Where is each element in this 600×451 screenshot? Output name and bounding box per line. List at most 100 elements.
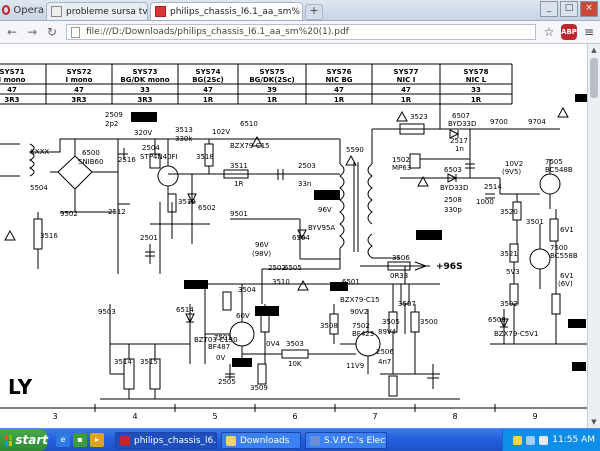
label: 11V9 xyxy=(346,362,364,370)
minimize-button[interactable]: _ xyxy=(540,1,558,17)
label: 2506 xyxy=(376,348,394,356)
header-col-4: SYS74 xyxy=(196,68,221,76)
row2-cell-8: 1R xyxy=(471,96,482,104)
label: 3511 xyxy=(230,162,248,170)
taskbar-item-label: S.V.P.C.'s Electro xyxy=(324,435,386,446)
taskbar-item-svpc[interactable]: S.V.P.C.'s Electro xyxy=(305,432,387,449)
marker-block xyxy=(572,362,586,371)
windows-flag-icon xyxy=(5,434,13,446)
maximize-button[interactable]: □ xyxy=(560,1,578,17)
label: 2p2 xyxy=(105,120,118,128)
taskbar-item-downloads[interactable]: Downloads xyxy=(221,432,301,449)
label: 3512 xyxy=(178,198,196,206)
forward-button[interactable]: → xyxy=(24,24,40,40)
marker-block xyxy=(232,358,252,367)
label: 6V1 xyxy=(560,272,574,280)
label: 9501 xyxy=(230,210,248,218)
label: 3523 xyxy=(410,113,428,121)
label: 9502 xyxy=(60,210,78,218)
adblock-plus-icon[interactable]: ABP xyxy=(561,24,577,40)
label: BC558B xyxy=(550,252,578,260)
header-sub-2: I mono xyxy=(66,76,93,84)
label: STP4N40FI xyxy=(140,153,178,161)
label-96s: +96S xyxy=(436,262,463,272)
ruler-number: 8 xyxy=(452,412,457,421)
page-fragment-text: LY xyxy=(8,375,33,399)
address-field[interactable]: file:///D:/Downloads/philips_chassis_l6.… xyxy=(66,24,536,40)
vertical-scrollbar[interactable]: ▲ ▼ xyxy=(587,44,600,428)
label: 6507 xyxy=(452,112,470,120)
label: 0V4 xyxy=(266,340,280,348)
label: BF423 xyxy=(352,330,374,338)
row2-cell-4: 1R xyxy=(203,96,214,104)
label: BC548B xyxy=(545,166,573,174)
ruler-number: 5 xyxy=(212,412,217,421)
scroll-up-icon[interactable]: ▲ xyxy=(588,44,600,56)
label: 2514 xyxy=(484,183,502,191)
label: 6508 xyxy=(488,316,506,324)
header-sub-3: BG/DK mono xyxy=(120,76,169,84)
network-icon[interactable] xyxy=(526,435,536,445)
label: 3518 xyxy=(196,153,214,161)
label: 3521 xyxy=(500,250,518,258)
label: BZX79-C5V1 xyxy=(494,330,538,338)
taskbar-item-pdf[interactable]: philips_chassis_l6.1_... xyxy=(115,432,217,449)
desktop-quicklaunch-icon[interactable]: ▪ xyxy=(73,433,87,447)
row2-cell-5: 1R xyxy=(267,96,278,104)
label: 2508 xyxy=(444,196,462,204)
header-col-3: SYS73 xyxy=(133,68,158,76)
scrollbar-thumb[interactable] xyxy=(590,58,598,98)
address-text: file:///D:/Downloads/philips_chassis_l6.… xyxy=(86,27,349,37)
tab-label: probleme sursa tv philips l6 xyxy=(66,6,148,17)
volume-icon[interactable] xyxy=(539,435,549,445)
label: 0R33 xyxy=(390,272,408,280)
header-col-6: SYS76 xyxy=(327,68,352,76)
label: 3508 xyxy=(320,322,338,330)
opera-menu-button[interactable]: Opera xyxy=(2,2,44,18)
header-sub-5: BG/DK(2Sc) xyxy=(249,76,294,84)
label: 6V1 xyxy=(560,226,574,234)
label: BF487 xyxy=(208,343,230,351)
label: 3503 xyxy=(286,340,304,348)
label: 5504 xyxy=(30,184,48,192)
row2-cell-7: 1R xyxy=(401,96,412,104)
ruler-number: 3 xyxy=(52,412,57,421)
reload-button[interactable]: ↻ xyxy=(44,24,60,40)
label: 3510 xyxy=(272,278,290,286)
label: 1n xyxy=(455,145,464,153)
tab-philips-chassis-pdf[interactable]: philips_chassis_l6.1_aa_sm% × xyxy=(150,2,303,20)
header-sub-8: NIC L xyxy=(466,76,487,84)
pdf-viewport[interactable]: SYS71 I mono SYS72 I mono SYS73 BG/DK mo… xyxy=(0,44,587,428)
label: 6504 xyxy=(292,234,310,242)
label: 6502 xyxy=(198,204,216,212)
label: MP63 xyxy=(392,164,411,172)
label: 2517 xyxy=(450,137,468,145)
label: 2512 xyxy=(108,208,126,216)
label: 7502 xyxy=(352,322,370,330)
browser-menu-icon[interactable]: ≡ xyxy=(582,25,596,39)
close-window-button[interactable]: × xyxy=(580,1,598,17)
ie-quicklaunch-icon[interactable]: e xyxy=(56,433,70,447)
new-tab-button[interactable]: + xyxy=(305,4,323,20)
label: 3507 xyxy=(398,300,416,308)
header-sub-4: BG(2Sc) xyxy=(192,76,224,84)
tray-app-icon[interactable] xyxy=(513,435,523,445)
bookmark-star-icon[interactable]: ☆ xyxy=(542,25,556,39)
app-window-icon xyxy=(310,435,320,446)
label: 5V3 xyxy=(506,268,520,276)
marker-block xyxy=(131,112,157,122)
tab-probleme-sursa[interactable]: probleme sursa tv philips l6 × xyxy=(46,2,148,20)
label: 6503 xyxy=(444,166,462,174)
label: 3513 xyxy=(175,126,193,134)
clock[interactable]: 11:55 AM xyxy=(552,435,595,445)
back-button[interactable]: ← xyxy=(4,24,20,40)
marker-block xyxy=(575,94,587,102)
media-quicklaunch-icon[interactable]: ▸ xyxy=(90,433,104,447)
row1-cell-4: 47 xyxy=(203,86,213,94)
label: 3516 xyxy=(40,232,58,240)
start-button[interactable]: start xyxy=(0,429,48,451)
label: 5590 xyxy=(346,146,364,154)
label: 96V xyxy=(318,206,332,214)
label: 6501 xyxy=(342,278,360,286)
scroll-down-icon[interactable]: ▼ xyxy=(588,416,600,428)
